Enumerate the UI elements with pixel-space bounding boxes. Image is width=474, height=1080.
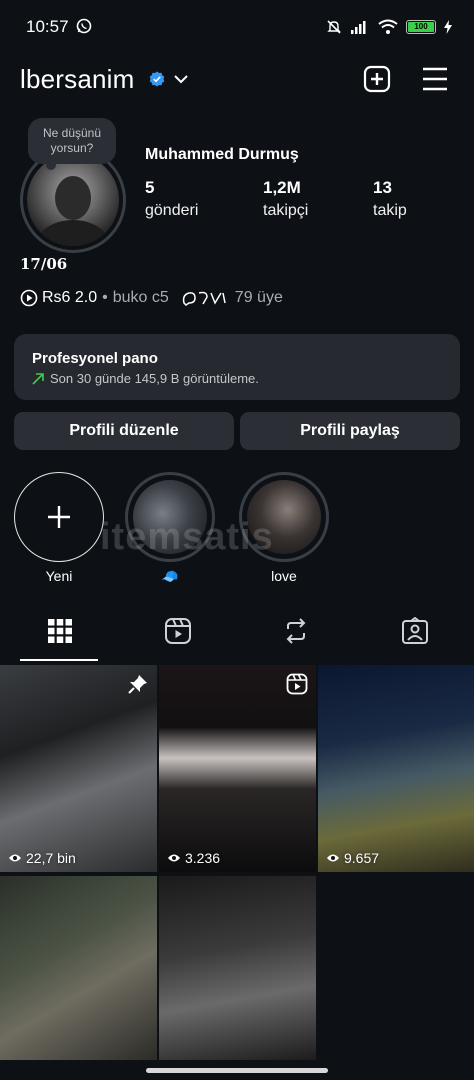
- post-views-count: 22,7 bin: [26, 850, 76, 866]
- dashboard-subtitle-text: Son 30 günde 145,9 B görüntüleme.: [50, 371, 259, 386]
- play-icon: [20, 289, 38, 307]
- post-thumbnail[interactable]: 3.236: [159, 665, 316, 872]
- note-bubble-tail: [46, 160, 56, 170]
- highlight-label: Yeni: [45, 568, 73, 584]
- home-indicator[interactable]: [146, 1068, 328, 1073]
- highlight-label: love: [271, 568, 297, 584]
- add-post-icon[interactable]: [363, 65, 391, 93]
- bio-text: 17/06: [20, 255, 68, 273]
- followers-count: 1,2M: [263, 178, 301, 197]
- post-thumbnail[interactable]: 9.657: [318, 665, 474, 872]
- following-stat[interactable]: 13 takip: [373, 178, 407, 220]
- reposts-tab-icon[interactable]: [282, 617, 310, 645]
- channel-icon: [182, 291, 226, 306]
- post-views: 9.657: [326, 850, 379, 866]
- separator: •: [102, 289, 108, 306]
- grid-tab-icon[interactable]: [46, 617, 74, 645]
- plus-icon: [48, 506, 70, 528]
- posts-stat[interactable]: 5 gönderi: [145, 178, 198, 220]
- post-views-count: 3.236: [185, 850, 221, 866]
- mute-icon: [327, 20, 341, 34]
- edit-profile-button[interactable]: Profili düzenle: [14, 412, 234, 450]
- trend-up-icon: [32, 372, 44, 385]
- charging-icon: [444, 20, 452, 34]
- full-name: Muhammed Durmuş: [145, 146, 299, 163]
- menu-icon[interactable]: [421, 66, 449, 92]
- whatsapp-icon: [76, 18, 92, 34]
- status-time: 10:57: [26, 17, 69, 36]
- tagged-tab-icon[interactable]: [401, 617, 429, 645]
- posts-count: 5: [145, 178, 155, 197]
- posts-label: gönderi: [145, 202, 199, 219]
- post-views-count: 9.657: [344, 850, 380, 866]
- active-tab-indicator: [20, 659, 98, 661]
- avatar[interactable]: [27, 154, 119, 246]
- new-highlight-button[interactable]: [14, 472, 104, 562]
- reels-tab-icon[interactable]: [164, 617, 192, 645]
- pin-icon: [128, 675, 147, 694]
- note-bubble[interactable]: Ne düşünü yorsun?: [28, 118, 116, 164]
- followers-label: takipçi: [263, 202, 309, 219]
- watermark: itemsatis: [100, 516, 274, 558]
- post-thumbnail[interactable]: [159, 876, 316, 1060]
- channel-members: 79 üye: [234, 289, 283, 306]
- username[interactable]: lbersanim: [20, 64, 135, 95]
- post-views: 22,7 bin: [8, 850, 76, 866]
- music-row[interactable]: Rs6 2.0 • buko c5 79 üye: [20, 289, 283, 307]
- signal-icon: [351, 21, 366, 34]
- following-count: 13: [373, 178, 392, 197]
- post-thumbnail[interactable]: 22,7 bin: [0, 665, 157, 872]
- eye-icon: [168, 854, 180, 862]
- song-title: Rs6 2.0: [42, 289, 98, 306]
- wifi-icon: [378, 19, 398, 34]
- post-thumbnail[interactable]: [0, 876, 157, 1060]
- chevron-down-icon[interactable]: [173, 72, 189, 86]
- status-icons: 100: [326, 17, 452, 37]
- eye-icon: [9, 854, 21, 862]
- song-artist: buko c5: [112, 289, 169, 306]
- dashboard-subtitle: Son 30 günde 145,9 B görüntüleme.: [32, 371, 259, 386]
- eye-icon: [327, 854, 339, 862]
- battery-icon: 100: [406, 20, 436, 34]
- dashboard-title: Profesyonel pano: [32, 350, 158, 367]
- followers-stat[interactable]: 1,2M takipçi: [263, 178, 308, 220]
- professional-dashboard-card[interactable]: [14, 334, 460, 400]
- reel-icon: [286, 673, 308, 695]
- post-views: 3.236: [167, 850, 220, 866]
- following-label: takip: [373, 202, 407, 219]
- verified-badge-icon: [149, 71, 165, 87]
- highlight-label: 🧢: [161, 568, 179, 584]
- share-profile-button[interactable]: Profili paylaş: [240, 412, 460, 450]
